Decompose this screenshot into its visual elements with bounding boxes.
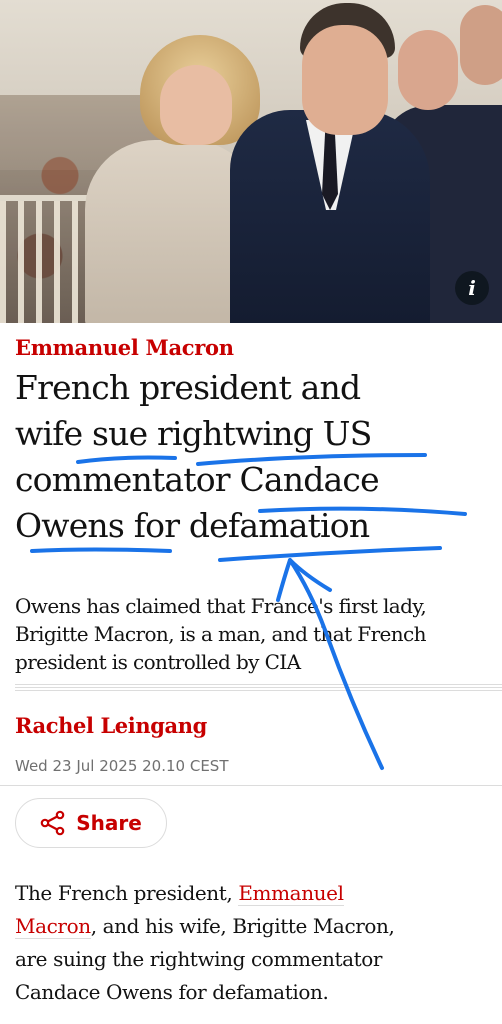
standfirst-line: president is controlled by CIA [15,650,301,674]
underline-stroke [30,547,172,553]
chair [0,195,90,323]
info-icon[interactable]: i [455,271,489,305]
share-button[interactable]: Share [15,798,167,848]
link-emmanuel-macron[interactable]: Macron [15,914,91,939]
headline-line: wife sue rightwing US [15,414,372,453]
publish-date: Wed 23 Jul 2025 20.10 CEST [15,757,229,775]
body-line: Candace Owens for defamation. [15,980,329,1004]
body-text-segment: The French president, [15,881,239,905]
headline-line: commentator Candace [15,460,380,499]
body-line: are suing the rightwing commentator [15,947,383,971]
section-kicker[interactable]: Emmanuel Macron [15,335,234,360]
author-byline[interactable]: Rachel Leingang [15,713,207,738]
standfirst-line: Owens has claimed that France's first la… [15,594,427,618]
underline-stroke [218,546,442,562]
article-body: The French president, Emmanuel Macron, a… [15,877,495,1009]
man-face-center [302,25,388,135]
body-line: Macron, and his wife, Brigitte Macron, [15,910,495,943]
divider-rule [0,785,502,786]
divider-rule [15,684,502,693]
link-emmanuel-macron[interactable]: Emmanuel [238,881,344,906]
headline-line: Owens for defamation [15,506,370,545]
woman-face [160,65,232,145]
share-icon [40,810,65,836]
standfirst-line: Brigitte Macron, is a man, and that Fren… [15,622,427,646]
headline-line: French president and [15,368,361,407]
man-face-right [398,30,458,110]
share-label: Share [76,811,142,835]
body-text-segment: , and his wife, Brigitte Macron, [90,914,395,938]
headline: French president and wife sue rightwing … [15,365,495,549]
body-line: The French president, Emmanuel [15,877,495,910]
man-face-far-right [460,5,502,85]
hero-photo[interactable]: i [0,0,502,323]
standfirst: Owens has claimed that France's first la… [15,592,495,676]
